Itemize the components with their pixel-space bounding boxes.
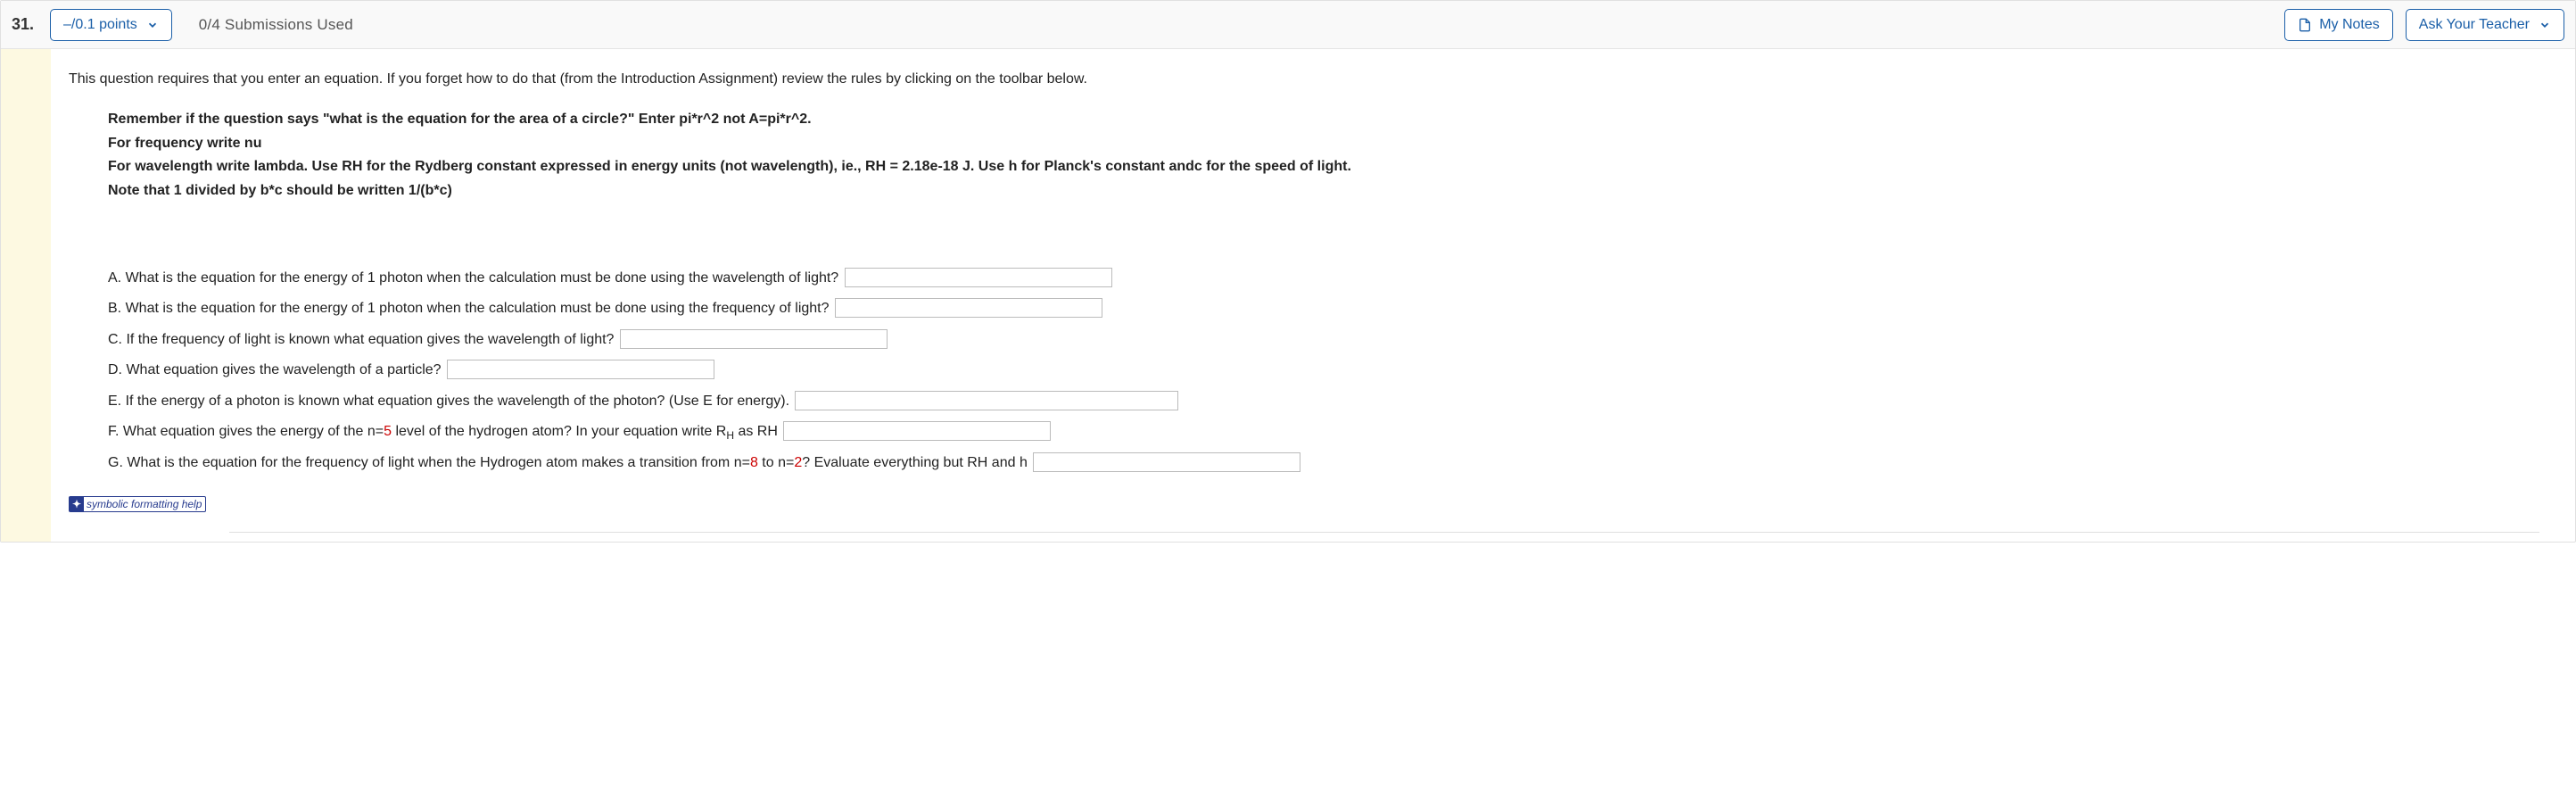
instruction-line: Note that 1 divided by b*c should be wri… [108, 180, 1639, 203]
question-b: B. What is the equation for the energy o… [108, 295, 1674, 322]
instruction-line: For wavelength write lambda. Use RH for … [108, 156, 1639, 178]
answer-input-e[interactable] [795, 391, 1178, 410]
question-d: D. What equation gives the wavelength of… [108, 357, 1674, 384]
question-number: 31. [12, 15, 34, 34]
ask-teacher-label: Ask Your Teacher [2419, 17, 2530, 33]
answer-input-b[interactable] [835, 298, 1102, 318]
instruction-line: Remember if the question says "what is t… [108, 109, 1639, 131]
ask-teacher-button[interactable]: Ask Your Teacher [2406, 9, 2564, 41]
left-highlight-stripe [1, 49, 51, 542]
header-tools: My Notes Ask Your Teacher [2284, 9, 2564, 41]
chevron-down-icon [146, 19, 159, 31]
answer-input-a[interactable] [845, 268, 1112, 287]
answer-input-d[interactable] [447, 360, 714, 379]
question-container: 31. –/0.1 points 0/4 Submissions Used My… [0, 0, 2576, 543]
question-c-text: C. If the frequency of light is known wh… [108, 332, 614, 347]
my-notes-label: My Notes [2319, 17, 2380, 33]
note-icon [2298, 18, 2312, 32]
question-f-n: 5 [384, 424, 392, 439]
submissions-used: 0/4 Submissions Used [199, 16, 353, 34]
points-dropdown[interactable]: –/0.1 points [50, 9, 172, 41]
question-g-mid: to n= [758, 455, 794, 470]
help-icon: ✦ [70, 497, 84, 511]
bottom-divider [229, 532, 2539, 533]
answer-input-f[interactable] [783, 421, 1051, 441]
answer-input-c[interactable] [620, 329, 888, 349]
question-g-n1: 8 [750, 455, 758, 470]
question-a: A. What is the equation for the energy o… [108, 265, 1674, 292]
question-body: This question requires that you enter an… [1, 49, 2575, 542]
symbolic-help-label: symbolic formatting help [87, 496, 202, 512]
question-g: G. What is the equation for the frequenc… [108, 450, 1674, 476]
question-f: F. What equation gives the energy of the… [108, 418, 1674, 446]
questions-block: A. What is the equation for the energy o… [69, 265, 1674, 476]
question-content: This question requires that you enter an… [51, 49, 2575, 542]
question-g-post: ? Evaluate everything but RH and h [802, 455, 1028, 470]
instructions-block: Remember if the question says "what is t… [69, 109, 1639, 203]
question-g-n2: 2 [794, 455, 802, 470]
question-f-pre: F. What equation gives the energy of the… [108, 424, 384, 439]
question-e: E. If the energy of a photon is known wh… [108, 388, 1674, 415]
question-g-pre: G. What is the equation for the frequenc… [108, 455, 750, 470]
question-f-post: as RH [734, 424, 778, 439]
question-b-text: B. What is the equation for the energy o… [108, 301, 830, 316]
instruction-line: For frequency write nu [108, 133, 1639, 155]
answer-input-g[interactable] [1033, 452, 1300, 472]
question-header: 31. –/0.1 points 0/4 Submissions Used My… [1, 1, 2575, 49]
question-d-text: D. What equation gives the wavelength of… [108, 362, 442, 377]
symbolic-formatting-help-button[interactable]: ✦ symbolic formatting help [69, 496, 206, 512]
intro-text: This question requires that you enter an… [69, 69, 2557, 91]
question-f-sub: H [726, 429, 734, 442]
question-f-mid: level of the hydrogen atom? In your equa… [392, 424, 726, 439]
question-e-text: E. If the energy of a photon is known wh… [108, 394, 789, 409]
my-notes-button[interactable]: My Notes [2284, 9, 2393, 41]
question-a-text: A. What is the equation for the energy o… [108, 270, 838, 286]
chevron-down-icon [2539, 19, 2551, 31]
points-label: –/0.1 points [63, 17, 137, 33]
question-c: C. If the frequency of light is known wh… [108, 327, 1674, 353]
